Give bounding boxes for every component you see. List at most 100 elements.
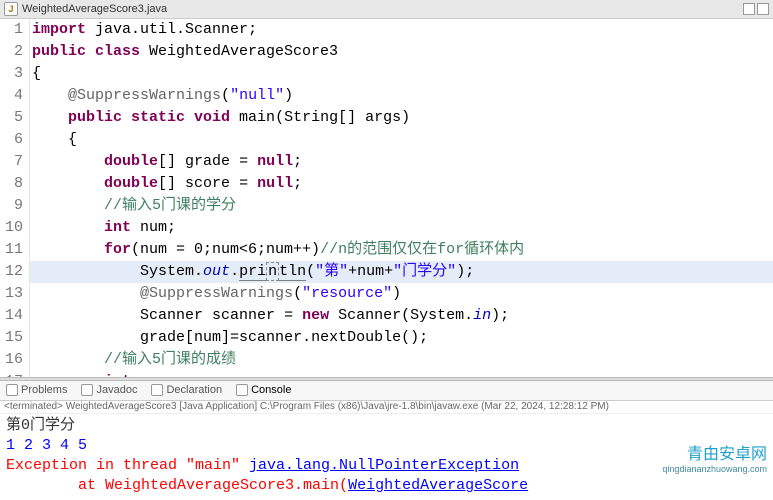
problems-icon — [6, 384, 18, 396]
token: (num = 0;num<6;num++) — [131, 241, 320, 258]
token — [86, 21, 95, 38]
java-file-icon: J — [4, 2, 18, 16]
tab-problems[interactable]: Problems — [6, 384, 67, 396]
token: grade — [185, 153, 230, 170]
token: Scanner(System. — [329, 307, 473, 324]
code-line[interactable]: double[] grade = null; — [30, 151, 773, 173]
code-line[interactable]: System.out.println("第"+num+"门学分"); — [30, 261, 773, 283]
line-number: 9 — [0, 195, 23, 217]
token: { — [32, 65, 41, 82]
token: null — [257, 175, 293, 192]
code-line[interactable]: public class WeightedAverageScore3 — [30, 41, 773, 63]
token: @SuppressWarnings — [140, 285, 293, 302]
token: in — [473, 307, 491, 324]
token: n — [266, 262, 279, 281]
code-line[interactable]: { — [30, 129, 773, 151]
token: new — [302, 307, 329, 324]
token: grade — [140, 329, 185, 346]
stack-source-link[interactable]: WeightedAverageScore — [348, 477, 528, 494]
token: . — [230, 263, 239, 280]
token: [] — [158, 175, 185, 192]
token: = — [230, 175, 257, 192]
line-number: 10 — [0, 217, 23, 239]
token: Scanner scanner — [140, 307, 275, 324]
token: "null" — [230, 87, 284, 104]
tab-javadoc[interactable]: Javadoc — [81, 384, 137, 396]
code-area[interactable]: import java.util.Scanner;public class We… — [30, 19, 773, 377]
token: ( — [293, 285, 302, 302]
code-line[interactable]: @SuppressWarnings("null") — [30, 85, 773, 107]
tab-label: Console — [251, 384, 291, 396]
code-line[interactable]: grade[num]=scanner.nextDouble(); — [30, 327, 773, 349]
code-line[interactable]: //输入5门课的成绩 — [30, 349, 773, 371]
tab-label: Javadoc — [96, 384, 137, 396]
token: int — [104, 219, 140, 236]
token: +num+ — [348, 263, 393, 280]
token: ; — [293, 175, 302, 192]
token: double — [104, 175, 158, 192]
tab-console[interactable]: Console — [236, 384, 291, 396]
editor-tab-title[interactable]: WeightedAverageScore3.java — [22, 3, 167, 15]
token: { — [68, 131, 77, 148]
code-line[interactable]: int a; — [30, 371, 773, 377]
token: java.util.Scanner — [95, 21, 248, 38]
token: num — [140, 219, 167, 236]
code-line[interactable]: Scanner scanner = new Scanner(System.in)… — [30, 305, 773, 327]
console-status: <terminated> WeightedAverageScore3 [Java… — [0, 401, 773, 414]
token: @SuppressWarnings — [68, 87, 221, 104]
line-number: 14 — [0, 305, 23, 327]
token: score — [185, 175, 230, 192]
code-line[interactable]: @SuppressWarnings("resource") — [30, 283, 773, 305]
token: null — [257, 153, 293, 170]
editor-tab-bar: J WeightedAverageScore3.java — [0, 0, 773, 19]
token: a — [140, 373, 149, 377]
code-line[interactable]: import java.util.Scanner; — [30, 19, 773, 41]
code-line[interactable]: for(num = 0;num<6;num++)//n的范围仅仅在for循环体内 — [30, 239, 773, 261]
token: ); — [456, 263, 474, 280]
token: ; — [248, 21, 257, 38]
token: ) — [392, 285, 401, 302]
maximize-icon[interactable] — [757, 3, 769, 15]
line-number: 12 — [0, 261, 23, 283]
code-line[interactable]: //输入5门课的学分 — [30, 195, 773, 217]
token: = — [275, 307, 302, 324]
minimize-icon[interactable] — [743, 3, 755, 15]
token: main — [239, 109, 275, 126]
tab-declaration[interactable]: Declaration — [151, 384, 222, 396]
line-number: 11 — [0, 239, 23, 261]
line-number: 6 — [0, 129, 23, 151]
token: "第" — [315, 263, 348, 280]
stack-at-prefix: at WeightedAverageScore3.main( — [6, 477, 348, 494]
token: //输入5门课的学分 — [104, 197, 236, 214]
token: for — [104, 241, 131, 258]
token: tln — [279, 263, 306, 281]
line-number: 5 — [0, 107, 23, 129]
token: ); — [491, 307, 509, 324]
token: //n的范围仅仅在for循环体内 — [320, 241, 524, 258]
bottom-panel-tabs: Problems Javadoc Declaration Console — [0, 381, 773, 400]
token: = — [230, 153, 257, 170]
code-editor[interactable]: 1234567891011121314151617 import java.ut… — [0, 19, 773, 377]
token: double — [104, 153, 158, 170]
code-line[interactable]: int num; — [30, 217, 773, 239]
line-number: 8 — [0, 173, 23, 195]
line-number: 7 — [0, 151, 23, 173]
code-line[interactable]: { — [30, 63, 773, 85]
token: pri — [239, 263, 266, 281]
code-line[interactable]: public static void main(String[] args) — [30, 107, 773, 129]
token: ; — [293, 153, 302, 170]
token: ) — [284, 87, 293, 104]
console-output[interactable]: 第0门学分 1 2 3 4 5 Exception in thread "mai… — [0, 414, 773, 500]
code-line[interactable]: double[] score = null; — [30, 173, 773, 195]
console-stderr-line: at WeightedAverageScore3.main(WeightedAv… — [6, 476, 769, 496]
token: public static void — [68, 109, 239, 126]
exception-class-link[interactable]: java.lang.NullPointerException — [249, 457, 519, 474]
token: WeightedAverageScore3 — [149, 43, 338, 60]
line-number: 3 — [0, 63, 23, 85]
token: (String[] args) — [275, 109, 410, 126]
window-controls — [743, 3, 773, 15]
token: ( — [306, 263, 315, 280]
console-stdout-line: 第0门学分 — [6, 416, 769, 436]
token: //输入5门课的成绩 — [104, 351, 236, 368]
line-number: 16 — [0, 349, 23, 371]
